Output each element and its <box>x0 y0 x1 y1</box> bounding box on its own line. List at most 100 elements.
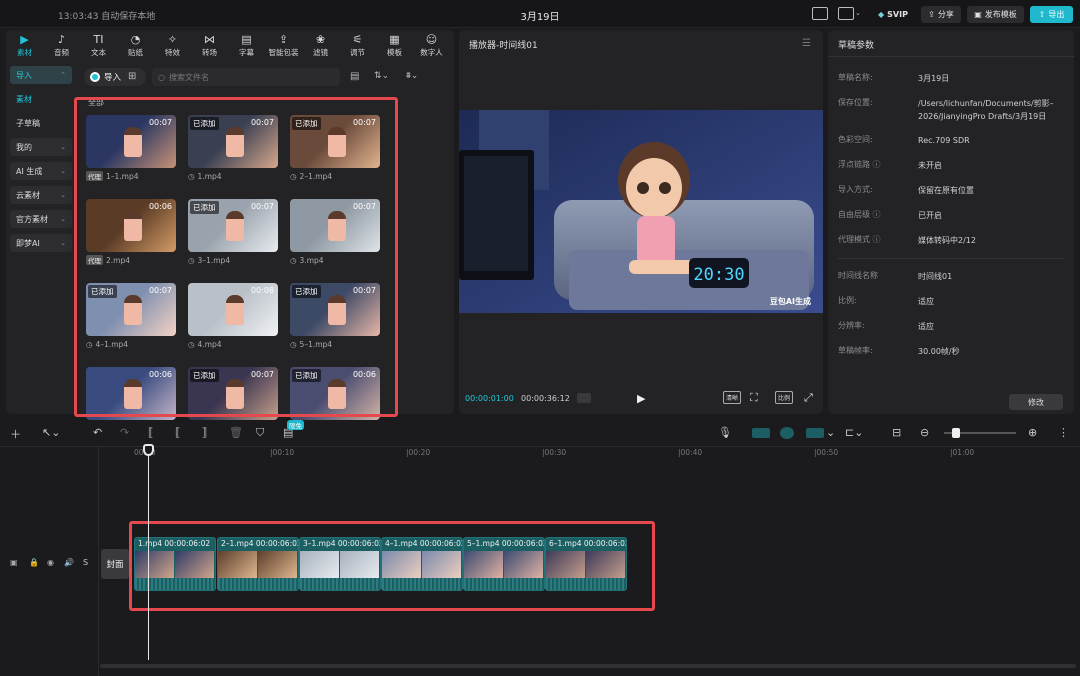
playhead[interactable] <box>148 445 149 660</box>
audio-icon: ♪ <box>57 33 66 46</box>
sidenav-jimeng[interactable]: 即梦AI ⌄ <box>10 234 72 252</box>
import-radio-icon <box>90 72 100 82</box>
media-icon: ▶ <box>20 33 29 46</box>
microphone-icon[interactable]: 🎙 <box>718 426 732 439</box>
layout-chevron-icon[interactable]: ⌄ <box>855 9 861 17</box>
ruler-label: |00:40 <box>678 448 703 457</box>
chevron-down-icon[interactable]: ⌄ <box>826 426 835 439</box>
draft-field-value: /Users/lichunfan/Documents/剪影–2026/Jiany… <box>918 99 1054 121</box>
track-cover-icon[interactable]: ▣ <box>10 558 18 567</box>
tool-digital-human[interactable]: ☺ 数字人 <box>413 30 450 62</box>
undo-icon[interactable]: ↶ <box>93 426 102 439</box>
cursor-icon[interactable]: ↖⌄ <box>42 426 60 439</box>
sidenav-official[interactable]: 官方素材 ⌄ <box>10 210 72 228</box>
ratio-button[interactable]: 比例 <box>775 391 793 404</box>
publish-template-button[interactable]: ▣ 发布模板 <box>967 6 1024 23</box>
sticker-icon: ◔ <box>130 33 141 46</box>
volume-icon[interactable]: 🔊 <box>64 558 74 567</box>
delete-icon[interactable]: 🗑 <box>229 426 243 439</box>
draft-field: 导入方式: 保留在原有位置 <box>838 184 974 195</box>
tool-media[interactable]: ▶ 素材 <box>6 30 43 62</box>
shortcut-icon[interactable] <box>812 7 828 20</box>
tool-smart-pack[interactable]: ⇪ 智能包装 <box>265 30 302 62</box>
preview-axis-icon[interactable] <box>806 428 824 438</box>
draft-field-value: Rec.709 SDR <box>918 136 970 145</box>
filter-icon[interactable]: ⩩⌄ <box>406 71 418 81</box>
redo-icon[interactable]: ↷ <box>120 426 129 439</box>
tool-bar: ▶ 素材 ♪ 音频 TI 文本 ◔ 贴纸 ✧ 特效 ⋈ 转场 ▤ 字幕 ⇪ 智能包装 ❀ 滤镜 ⚟… <box>6 30 454 62</box>
draft-field-value: 适应 <box>918 297 934 306</box>
clarity-button[interactable]: 清晰 <box>723 391 741 404</box>
eye-icon[interactable]: ◉ <box>47 558 54 567</box>
sidenav-subdraft[interactable]: 子草稿 <box>10 114 72 132</box>
modify-button[interactable]: 修改 <box>1009 394 1063 410</box>
avatar-icon: ☺ <box>425 33 438 46</box>
more-icon[interactable]: ⋮ <box>1058 426 1069 439</box>
zoom-in-icon[interactable]: ⊕ <box>1028 426 1037 439</box>
layout-icon[interactable] <box>838 7 854 20</box>
import-button[interactable]: 导入 <box>84 68 146 86</box>
draft-field-key: 时间线名称 <box>838 271 878 280</box>
chevron-down-icon: ⌄ <box>60 143 66 151</box>
template-icon: ▦ <box>389 33 400 46</box>
tool-template[interactable]: ▦ 模板 <box>376 30 413 62</box>
grid-view-icon[interactable]: ⊞ <box>128 71 136 82</box>
svip-button[interactable]: ◆ SVIP <box>872 6 914 23</box>
fit-icon[interactable]: ⊟ <box>892 426 901 439</box>
sidenav-media[interactable]: 素材 <box>10 90 72 108</box>
draft-field-key: 浮点链路 ⓘ <box>838 160 881 169</box>
tool-audio[interactable]: ♪ 音频 <box>43 30 80 62</box>
media-sidenav: 导入 ⌃ 素材 子草稿 我的 ⌄ AI 生成 ⌄ 云素材 ⌄ 官方素材 ⌄ 即梦AI ⌄ <box>6 66 76 258</box>
snap-icon[interactable]: ⊏⌄ <box>845 426 863 439</box>
view-mode-icon[interactable]: ▤ <box>350 71 359 82</box>
sidenav-ai[interactable]: AI 生成 ⌄ <box>10 162 72 180</box>
draft-field-key: 保存位置: <box>838 98 873 107</box>
draft-params-panel: 草稿参数 草稿名称: 3月19日 保存位置: /Users/lichunfan/Doc… <box>828 30 1074 414</box>
cover-button[interactable]: 封面 <box>101 549 129 579</box>
tool-transition[interactable]: ⋈ 转场 <box>191 30 228 62</box>
divider <box>828 56 1074 57</box>
tool-sticker[interactable]: ◔ 贴纸 <box>117 30 154 62</box>
export-button[interactable]: ⇧ 导出 <box>1030 6 1073 23</box>
sidenav-import[interactable]: 导入 ⌃ <box>10 66 72 84</box>
media-search-input[interactable]: ○ 搜索文件名 <box>152 68 340 86</box>
split-icon[interactable]: ⟦ <box>148 426 153 439</box>
share-button[interactable]: ⇪ 分享 <box>921 6 961 23</box>
crop-icon[interactable]: ⛶ <box>750 391 758 405</box>
chevron-down-icon: ⌄ <box>60 167 66 175</box>
player-title: 播放器-时间线01 <box>469 41 538 51</box>
solo-toggle[interactable]: S <box>83 558 88 567</box>
zoom-out-icon[interactable]: ⊖ <box>920 426 929 439</box>
tool-adjust[interactable]: ⚟ 调节 <box>339 30 376 62</box>
lock-icon[interactable]: 🔒 <box>29 558 39 567</box>
draft-field-key: 草稿帧率: <box>838 346 873 355</box>
chevron-up-icon: ⌃ <box>60 71 66 79</box>
tool-effects[interactable]: ✧ 特效 <box>154 30 191 62</box>
trim-left-icon[interactable]: ⟦ <box>175 426 180 439</box>
text-icon: TI <box>93 33 104 46</box>
draft-field-value: 未开启 <box>918 161 942 170</box>
play-icon[interactable]: ▶ <box>637 392 645 405</box>
video-preview[interactable]: 20:30 豆包AI生成 <box>459 110 823 313</box>
waveform-icon[interactable] <box>577 393 591 403</box>
fullscreen-icon[interactable]: ⤢ <box>804 391 813 405</box>
menu-icon[interactable]: ☰ <box>802 38 811 49</box>
highlight-box-timeline <box>129 521 655 611</box>
link-icon[interactable] <box>752 428 770 438</box>
sort-icon[interactable]: ⇅⌄ <box>374 71 389 81</box>
playhead-handle[interactable] <box>143 444 154 456</box>
tool-filter[interactable]: ❀ 滤镜 <box>302 30 339 62</box>
sidenav-cloud[interactable]: 云素材 ⌄ <box>10 186 72 204</box>
shield-icon[interactable]: ⛉ <box>256 426 264 440</box>
timeline-scrollbar[interactable] <box>100 664 1076 668</box>
tool-subtitle[interactable]: ▤ 字幕 <box>228 30 265 62</box>
magnet-icon[interactable] <box>780 427 794 439</box>
add-track-icon[interactable]: ＋ <box>10 426 21 442</box>
draft-field-key: 比例: <box>838 296 857 305</box>
zoom-slider-handle[interactable] <box>952 428 960 438</box>
smart-pack-icon: ⇪ <box>278 33 289 46</box>
current-time: 00:00:01:00 <box>465 394 514 403</box>
sidenav-mine[interactable]: 我的 ⌄ <box>10 138 72 156</box>
trim-right-icon[interactable]: ⟧ <box>202 426 207 439</box>
tool-text[interactable]: TI 文本 <box>80 30 117 62</box>
